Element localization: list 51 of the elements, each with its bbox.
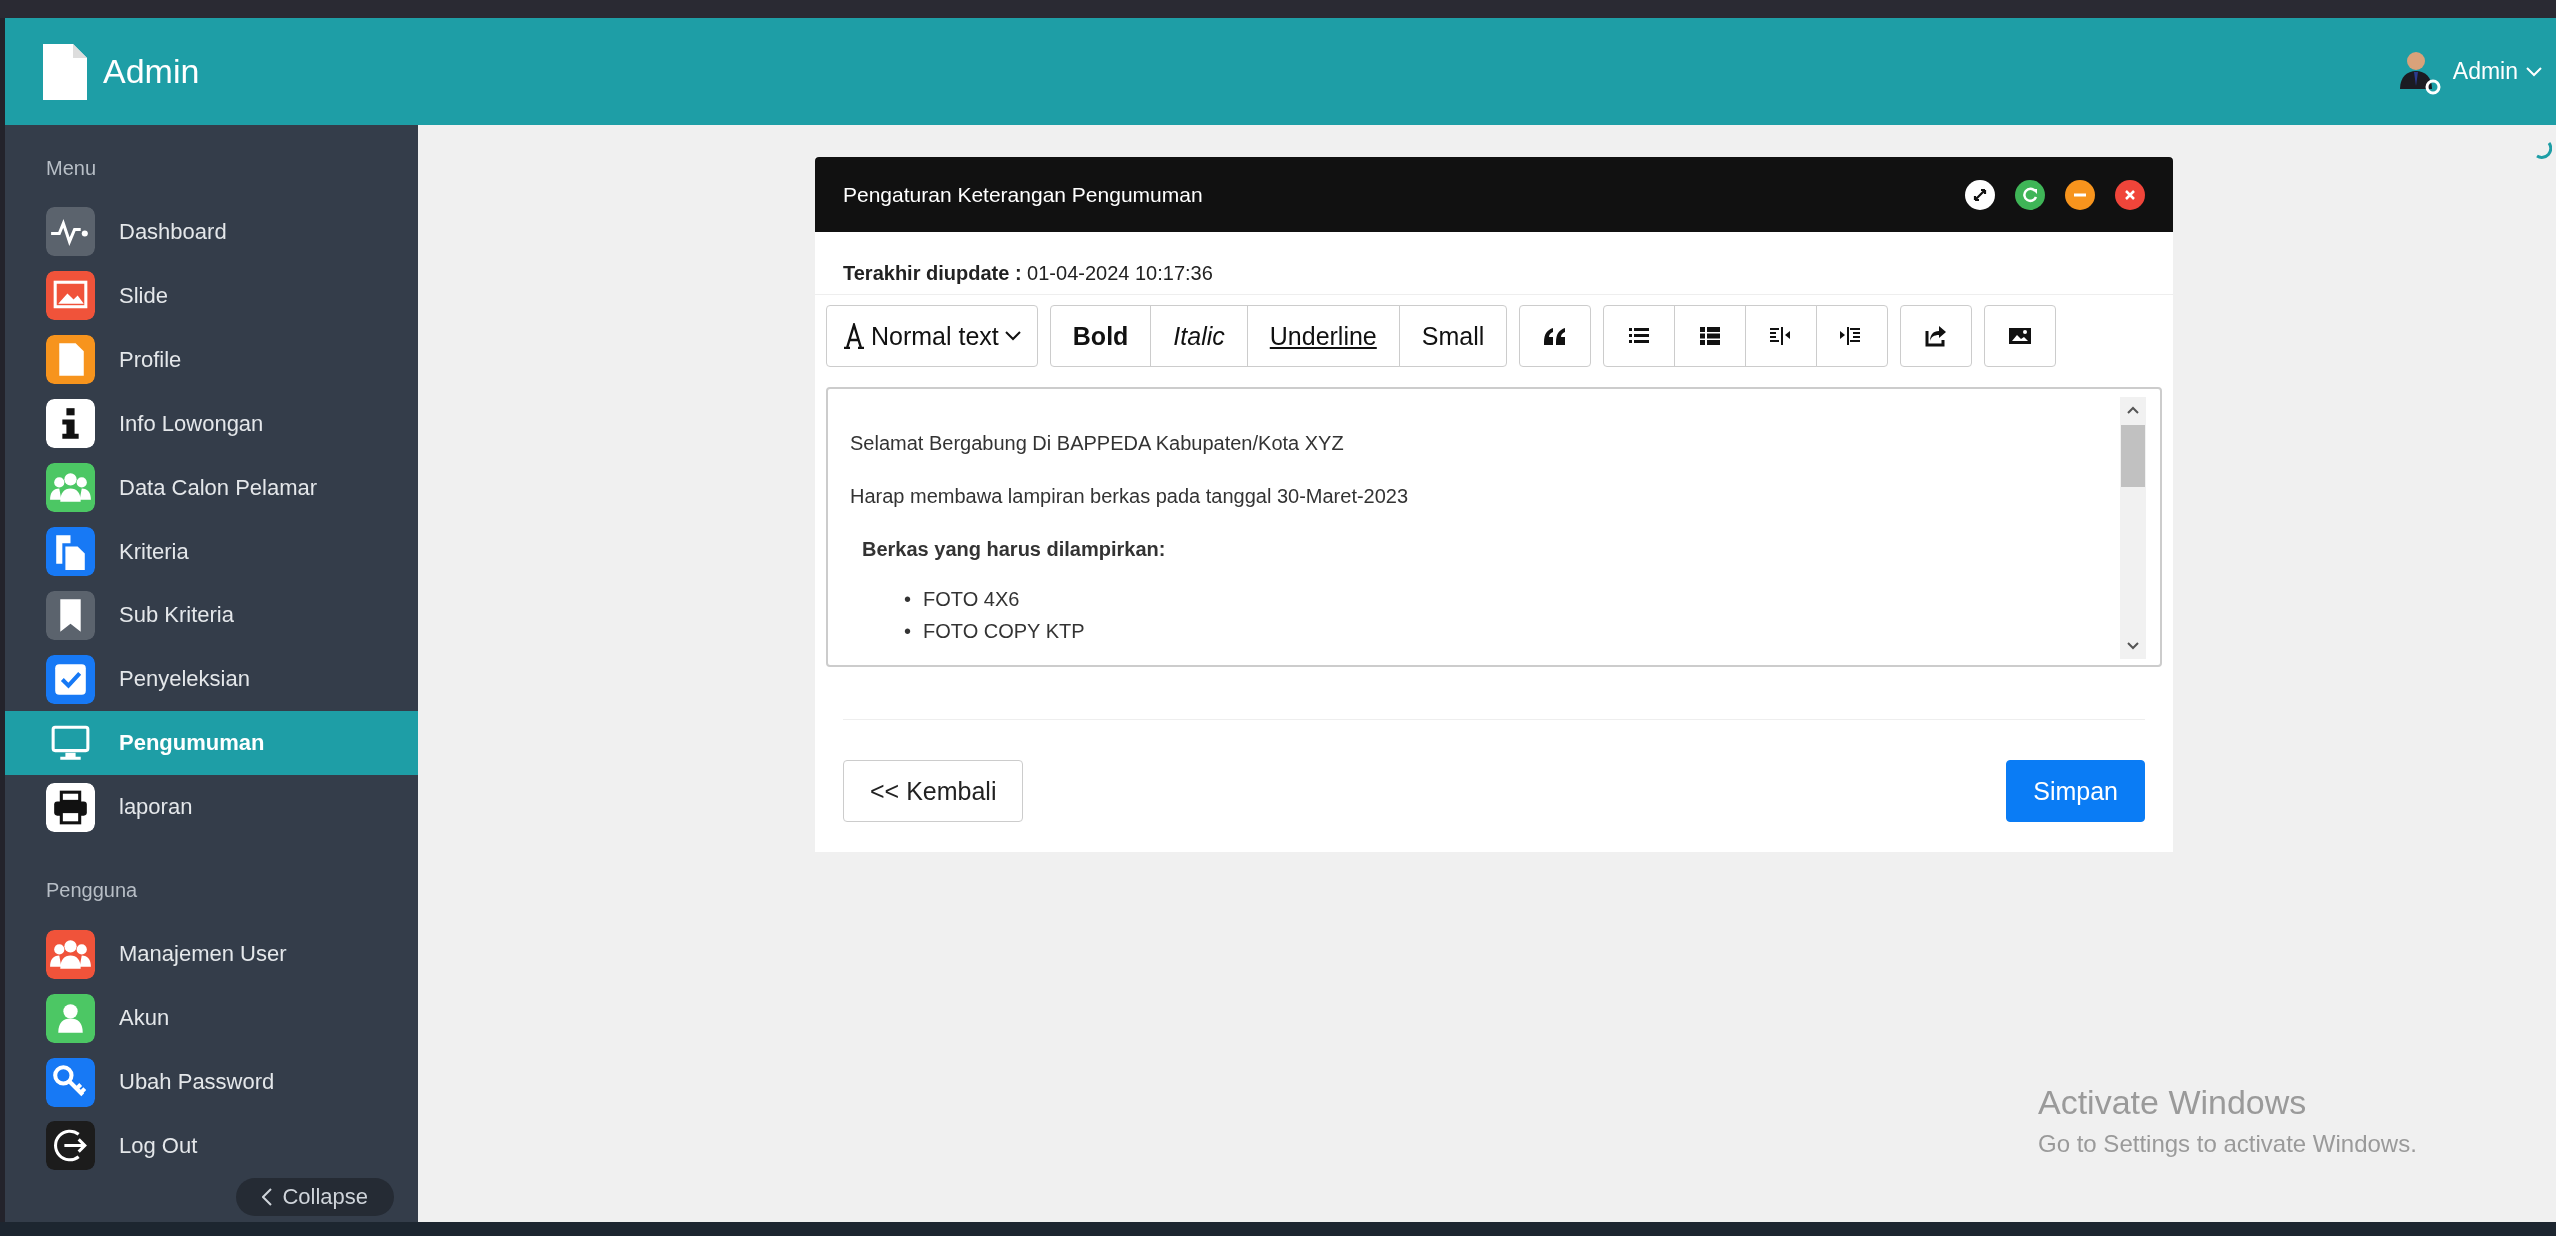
activation-title: Activate Windows	[2038, 1083, 2308, 1122]
close-icon[interactable]	[2115, 179, 2145, 210]
save-button[interactable]: Simpan	[2006, 760, 2145, 822]
indent-button[interactable]	[1816, 305, 1889, 367]
brand-title: Admin	[103, 52, 200, 91]
sidebar-item[interactable]: Penyeleksian	[5, 647, 418, 712]
editor-heading: Berkas yang harus dilampirkan:	[861, 538, 1167, 561]
minimize-icon[interactable]	[2065, 179, 2095, 210]
editor-paragraph: Selamat Bergabung Di BAPPEDA Kabupaten/Kota XYZ	[850, 432, 1345, 455]
font-icon	[843, 323, 865, 349]
section-label: Menu	[45, 156, 98, 181]
list-item: FOTO COPY KTP	[923, 619, 1085, 644]
sidebar-item[interactable]: laporan	[5, 775, 418, 840]
outdent-button[interactable]	[1745, 305, 1818, 367]
dialog-title: Pengaturan Keterangan Pengumuman	[843, 182, 1203, 207]
sidebar-item[interactable]: Slide	[5, 263, 418, 328]
refresh-icon[interactable]	[2015, 179, 2045, 210]
format-button[interactable]: Italic	[1150, 305, 1248, 367]
back-button[interactable]: << Kembali	[843, 760, 1024, 822]
editor-paragraph: Harap membawa lampiran berkas pada tanggal 30-Maret-2023	[850, 485, 1410, 508]
bullet-marker: •	[904, 587, 911, 612]
sidebar-item[interactable]: Manajemen User	[5, 922, 418, 987]
list-item: FOTO 4X6	[923, 587, 1020, 612]
quote-button[interactable]	[1519, 305, 1592, 367]
sidebar-item[interactable]: Data Calon Pelamar	[5, 455, 418, 520]
sidebar-item[interactable]: Profile	[5, 327, 418, 392]
sidebar-item[interactable]: Log Out	[5, 1113, 418, 1178]
chevron-left-icon	[262, 1187, 273, 1206]
chevron-down-icon	[2526, 66, 2542, 77]
activation-text: Go to Settings to activate Windows.	[2038, 1130, 2417, 1158]
format-button[interactable]: Underline	[1246, 305, 1400, 367]
text-format-dropdown[interactable]: Normal text	[826, 305, 1038, 367]
section-label: Pengguna	[45, 878, 139, 904]
format-button[interactable]: Small	[1398, 305, 1508, 367]
sidebar-item[interactable]: Kriteria	[5, 519, 418, 584]
scrollbar[interactable]	[2120, 397, 2146, 659]
sidebar-item[interactable]: Akun	[5, 986, 418, 1051]
collapse-button[interactable]: Collapse	[236, 1177, 394, 1216]
bulleted-list-button[interactable]	[1603, 305, 1676, 367]
sidebar-item[interactable]: Ubah Password	[5, 1050, 418, 1114]
format-button[interactable]: Bold	[1049, 305, 1152, 367]
sidebar-item[interactable]: Dashboard	[5, 200, 418, 264]
image-button[interactable]	[1984, 305, 2057, 367]
chevron-down-icon	[1004, 331, 1021, 341]
expand-icon[interactable]	[1965, 179, 1995, 210]
share-button[interactable]	[1900, 305, 1973, 367]
bullet-marker: •	[904, 619, 911, 644]
numbered-list-button[interactable]	[1674, 305, 1747, 367]
last-updated-text: Terakhir diupdate : 01-04-2024 10:17:36	[843, 262, 1213, 284]
sidebar-item[interactable]: Sub Kriteria	[5, 583, 418, 648]
sidebar-item[interactable]: Info Lowongan	[5, 391, 418, 456]
